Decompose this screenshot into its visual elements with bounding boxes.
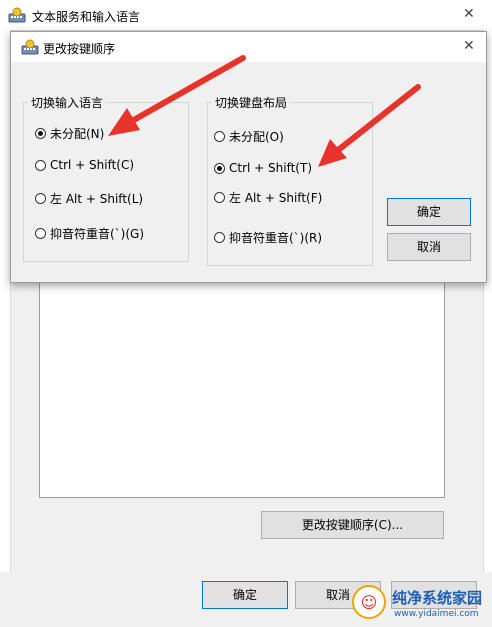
outer-window-title: 文本服务和输入语言 [32,10,141,24]
switch-keyboard-layout-label: 切换键盘布局 [212,94,291,111]
keyboard-globe-icon [21,39,39,55]
dialog-titlebar: 更改按键顺序 ✕ [11,32,486,62]
keyboard-layout-option-left-alt-shift[interactable]: 左 Alt + Shift(F) [214,188,322,206]
outer-close-icon[interactable]: ✕ [463,6,475,22]
dialog-title: 更改按键顺序 [43,42,116,56]
option-label: 左 Alt + Shift(L) [50,191,144,206]
option-label: 未分配(O) [229,129,284,144]
keyboard-globe-icon [8,7,26,23]
watermark-logo-icon: ☺ [352,585,386,619]
option-label: 抑音符重音(`)(R) [229,230,323,245]
dialog-close-icon[interactable]: ✕ [463,38,475,54]
change-key-sequence-dialog: 更改按键顺序 ✕ 切换输入语言 未分配(N) Ctrl + Shift(C) 左… [10,31,487,283]
watermark-brand: 纯净系统家园 [392,589,483,607]
input-lang-option-unassigned[interactable]: 未分配(N) [35,124,104,142]
radio-unchecked-icon[interactable] [35,227,46,239]
radio-unchecked-icon[interactable] [35,192,46,204]
option-label: Ctrl + Shift(T) [229,161,313,175]
outer-titlebar: 文本服务和输入语言 ✕ [0,0,492,30]
change-key-sequence-button[interactable]: 更改按键顺序(C)... [261,511,444,539]
site-watermark: ☺ 纯净系统家园 www.yidaimei.com [350,585,490,627]
option-label: 未分配(N) [50,126,105,141]
option-label: 抑音符重音(`)(G) [50,226,145,241]
watermark-url: www.yidaimei.com [394,609,479,619]
outer-ok-button[interactable]: 确定 [202,581,288,609]
radio-unchecked-icon[interactable] [214,231,225,243]
radio-checked-icon[interactable] [214,162,225,174]
input-language-list[interactable] [39,268,445,498]
switch-input-language-label: 切换输入语言 [28,94,107,111]
radio-checked-icon[interactable] [35,127,46,139]
option-label: Ctrl + Shift(C) [50,158,135,172]
dialog-ok-button[interactable]: 确定 [387,198,471,226]
input-lang-option-ctrl-shift[interactable]: Ctrl + Shift(C) [35,156,134,174]
option-label: 左 Alt + Shift(F) [229,190,323,205]
keyboard-layout-option-ctrl-shift[interactable]: Ctrl + Shift(T) [214,159,312,177]
input-lang-option-left-alt-shift[interactable]: 左 Alt + Shift(L) [35,189,143,207]
input-lang-option-grave-accent[interactable]: 抑音符重音(`)(G) [35,224,144,242]
radio-unchecked-icon[interactable] [214,191,225,203]
keyboard-layout-option-grave-accent[interactable]: 抑音符重音(`)(R) [214,228,322,246]
dialog-cancel-button[interactable]: 取消 [387,233,471,261]
radio-unchecked-icon[interactable] [35,159,46,171]
radio-unchecked-icon[interactable] [214,130,225,142]
keyboard-layout-option-unassigned[interactable]: 未分配(O) [214,127,284,145]
